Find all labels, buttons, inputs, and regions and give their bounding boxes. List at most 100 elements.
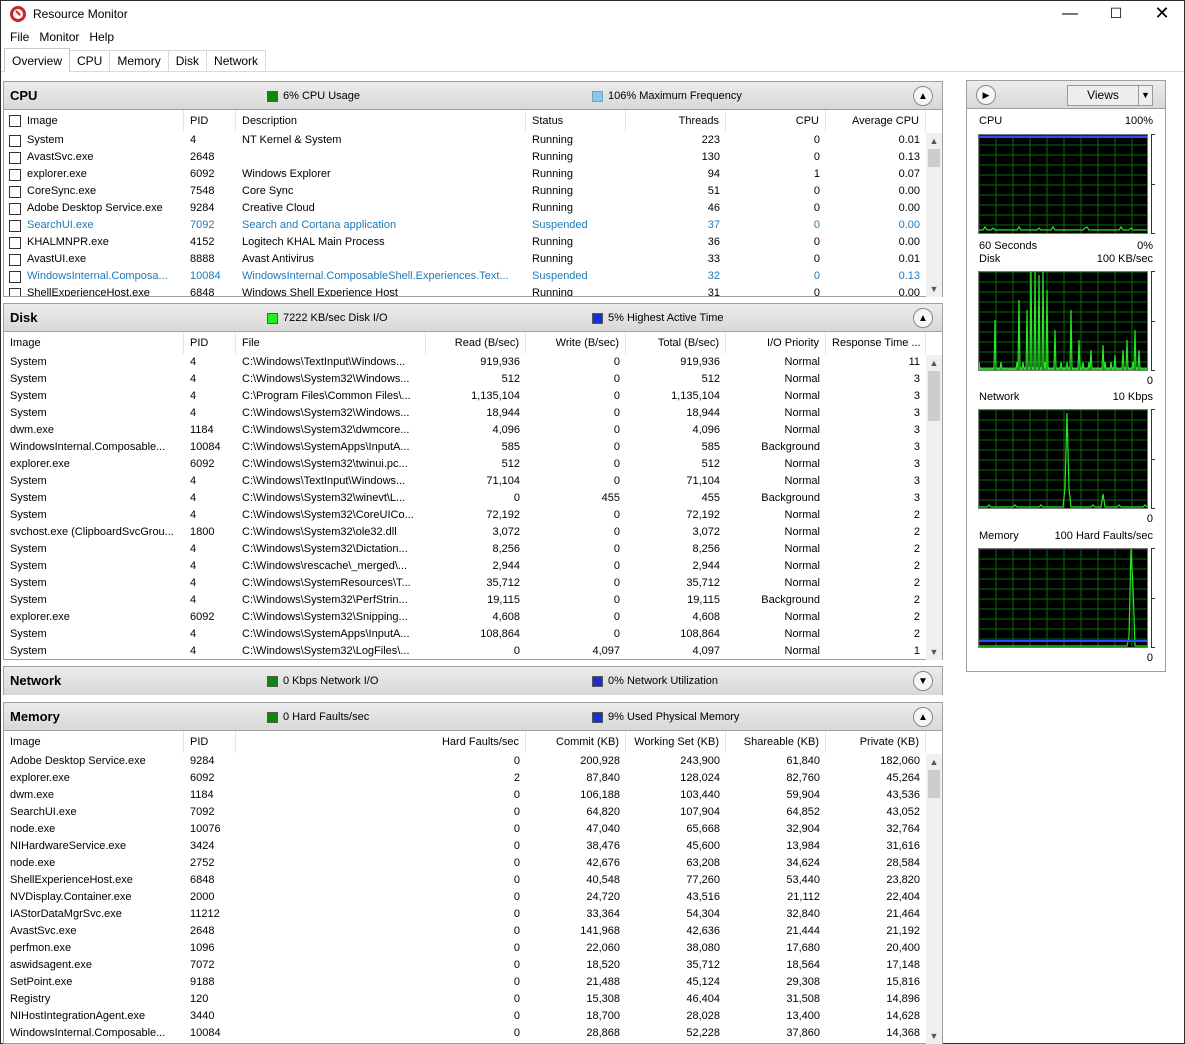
- maximize-icon[interactable]: ☐: [1093, 1, 1139, 26]
- scroll-down-icon[interactable]: ▼: [926, 644, 942, 660]
- table-row[interactable]: node.exe 2752 0 42,676 63,208 34,624 28,584: [4, 855, 942, 872]
- views-dropdown[interactable]: Views ▼: [1067, 85, 1153, 106]
- table-row[interactable]: System 4 C:\Windows\System32\PerfStrin... 1…: [4, 592, 942, 609]
- row-checkbox[interactable]: [9, 203, 21, 215]
- table-row[interactable]: System 4 C:\Windows\System32\CoreUICo... 72…: [4, 507, 942, 524]
- menu-monitor[interactable]: Monitor: [34, 30, 84, 44]
- select-all-checkbox[interactable]: [9, 115, 21, 127]
- table-row[interactable]: aswidsagent.exe 7072 0 18,520 35,712 18,564 17…: [4, 957, 942, 974]
- table-row[interactable]: dwm.exe 1184 0 106,188 103,440 59,904 43,536: [4, 787, 942, 804]
- column-header-average-cpu[interactable]: Average CPU: [826, 110, 926, 132]
- table-row[interactable]: NIHardwareService.exe 3424 0 38,476 45,600 13…: [4, 838, 942, 855]
- tab-cpu[interactable]: CPU: [69, 50, 111, 71]
- table-row[interactable]: ShellExperienceHost.exe 6848 0 40,548 77,260…: [4, 872, 942, 889]
- row-checkbox[interactable]: [9, 288, 21, 296]
- table-row[interactable]: SearchUI.exe 7092 Search and Cortana appli…: [4, 217, 942, 234]
- column-header-image[interactable]: Image: [4, 731, 184, 753]
- table-row[interactable]: AvastUI.exe 8888 Avast Antivirus Running 33 0…: [4, 251, 942, 268]
- disk-panel-header[interactable]: Disk 7222 KB/sec Disk I/O 5% Highest Act…: [4, 304, 942, 332]
- row-checkbox[interactable]: [9, 135, 21, 147]
- memory-panel-header[interactable]: Memory 0 Hard Faults/sec 9% Used Physica…: [4, 703, 942, 731]
- collapse-chevron-icon[interactable]: ▲: [913, 707, 933, 727]
- column-header-total-b-sec[interactable]: Total (B/sec): [626, 332, 726, 354]
- table-row[interactable]: Adobe Desktop Service.exe 9284 0 200,928 243…: [4, 753, 942, 770]
- scroll-down-icon[interactable]: ▼: [926, 281, 942, 297]
- table-row[interactable]: svchost.exe (ClipboardSvcGrou... 1800 C:\W…: [4, 524, 942, 541]
- column-header-pid[interactable]: PID: [184, 332, 236, 354]
- column-header-commit-kb[interactable]: Commit (KB): [526, 731, 626, 753]
- table-row[interactable]: explorer.exe 6092 C:\Windows\System32\twin…: [4, 456, 942, 473]
- row-checkbox[interactable]: [9, 152, 21, 164]
- table-row[interactable]: WindowsInternal.Composable... 10084 0 28,86…: [4, 1025, 942, 1042]
- table-row[interactable]: Adobe Desktop Service.exe 9284 Creative Cl…: [4, 200, 942, 217]
- table-row[interactable]: System 4 C:\Windows\System32\LogFiles\... 0…: [4, 643, 942, 659]
- table-row[interactable]: System 4 C:\Windows\System32\winevt\L... 0 4…: [4, 490, 942, 507]
- column-header-status[interactable]: Status: [526, 110, 626, 132]
- collapse-chevron-icon[interactable]: ▲: [913, 308, 933, 328]
- table-row[interactable]: System 4 NT Kernel & System Running 223 0 0.01: [4, 132, 942, 149]
- column-header-pid[interactable]: PID: [184, 731, 236, 753]
- scroll-up-icon[interactable]: ▲: [926, 355, 942, 371]
- scroll-thumb[interactable]: [928, 149, 940, 167]
- table-row[interactable]: SearchUI.exe 7092 0 64,820 107,904 64,852 43,0…: [4, 804, 942, 821]
- row-checkbox[interactable]: [9, 254, 21, 266]
- row-checkbox[interactable]: [9, 220, 21, 232]
- expand-chevron-icon[interactable]: ▼: [913, 671, 933, 691]
- table-row[interactable]: System 4 C:\Program Files\Common Files\...…: [4, 388, 942, 405]
- table-row[interactable]: dwm.exe 1184 C:\Windows\System32\dwmcore..…: [4, 422, 942, 439]
- tab-disk[interactable]: Disk: [167, 50, 208, 71]
- menu-help[interactable]: Help: [84, 30, 119, 44]
- table-row[interactable]: AvastSvc.exe 2648 0 141,968 42,636 21,444 21,1…: [4, 923, 942, 940]
- table-row[interactable]: CoreSync.exe 7548 Core Sync Running 51 0 0.00: [4, 183, 942, 200]
- tab-overview[interactable]: Overview: [4, 48, 71, 72]
- network-panel-header[interactable]: Network 0 Kbps Network I/O 0% Network Ut…: [4, 667, 942, 695]
- collapse-chevron-icon[interactable]: ▲: [913, 86, 933, 106]
- scroll-down-icon[interactable]: ▼: [926, 1028, 942, 1044]
- table-row[interactable]: System 4 C:\Windows\System32\Dictation... 8…: [4, 541, 942, 558]
- table-row[interactable]: System 4 C:\Windows\SystemApps\InputA... 10…: [4, 626, 942, 643]
- cpu-panel-header[interactable]: CPU 6% CPU Usage 106% Maximum Frequency …: [4, 82, 942, 110]
- close-icon[interactable]: ✕: [1139, 1, 1185, 26]
- row-checkbox[interactable]: [9, 237, 21, 249]
- scroll-thumb[interactable]: [928, 371, 940, 421]
- table-row[interactable]: System 4 C:\Windows\SystemResources\T... 35…: [4, 575, 942, 592]
- column-header-description[interactable]: Description: [236, 110, 526, 132]
- column-header-read-b-sec[interactable]: Read (B/sec): [426, 332, 526, 354]
- column-header-cpu[interactable]: CPU: [726, 110, 826, 132]
- table-row[interactable]: NIHostIntegrationAgent.exe 3440 0 18,700 28,…: [4, 1008, 942, 1025]
- row-checkbox[interactable]: [9, 169, 21, 181]
- table-row[interactable]: IAStorDataMgrSvc.exe 11212 0 33,364 54,304 32…: [4, 906, 942, 923]
- table-row[interactable]: node.exe 10076 0 47,040 65,668 32,904 32,764: [4, 821, 942, 838]
- table-row[interactable]: perfmon.exe 1096 0 22,060 38,080 17,680 20,400: [4, 940, 942, 957]
- column-header-private-kb[interactable]: Private (KB): [826, 731, 926, 753]
- column-header-threads[interactable]: Threads: [626, 110, 726, 132]
- chevron-right-icon[interactable]: ▶: [976, 85, 996, 105]
- table-row[interactable]: explorer.exe 6092 Windows Explorer Running 9…: [4, 166, 942, 183]
- table-row[interactable]: System 4 C:\Windows\TextInput\Windows... 91…: [4, 354, 942, 371]
- cpu-scrollbar[interactable]: ▲ ▼: [926, 133, 942, 297]
- tab-memory[interactable]: Memory: [109, 50, 169, 71]
- table-row[interactable]: System 4 C:\Windows\TextInput\Windows... 71…: [4, 473, 942, 490]
- table-row[interactable]: NVDisplay.Container.exe 2000 0 24,720 43,516…: [4, 889, 942, 906]
- memory-scrollbar[interactable]: ▲ ▼: [926, 754, 942, 1044]
- column-header-shareable-kb[interactable]: Shareable (KB): [726, 731, 826, 753]
- column-header-image[interactable]: Image: [4, 332, 184, 354]
- table-row[interactable]: System 4 C:\Windows\rescache\_merged\... 2,…: [4, 558, 942, 575]
- scroll-thumb[interactable]: [928, 770, 940, 798]
- column-header-i-o-priority[interactable]: I/O Priority: [726, 332, 826, 354]
- table-row[interactable]: SetPoint.exe 9188 0 21,488 45,124 29,308 15,81…: [4, 974, 942, 991]
- column-header-pid[interactable]: PID: [184, 110, 236, 132]
- row-checkbox[interactable]: [9, 271, 21, 283]
- table-row[interactable]: Registry 120 0 15,308 46,404 31,508 14,896: [4, 991, 942, 1008]
- table-row[interactable]: WindowsInternal.Composable... 10084 C:\Win…: [4, 439, 942, 456]
- table-row[interactable]: KHALMNPR.exe 4152 Logitech KHAL Main Proce…: [4, 234, 942, 251]
- table-row[interactable]: explorer.exe 6092 C:\Windows\System32\Snip…: [4, 609, 942, 626]
- scroll-up-icon[interactable]: ▲: [926, 133, 942, 149]
- row-checkbox[interactable]: [9, 186, 21, 198]
- column-header-hard-faults-sec[interactable]: Hard Faults/sec: [236, 731, 526, 753]
- table-row[interactable]: ShellExperienceHost.exe 6848 Windows Shell…: [4, 285, 942, 296]
- scroll-up-icon[interactable]: ▲: [926, 754, 942, 770]
- minimize-icon[interactable]: —: [1047, 1, 1093, 26]
- table-row[interactable]: System 4 C:\Windows\System32\Windows... 512…: [4, 371, 942, 388]
- tab-network[interactable]: Network: [206, 50, 267, 71]
